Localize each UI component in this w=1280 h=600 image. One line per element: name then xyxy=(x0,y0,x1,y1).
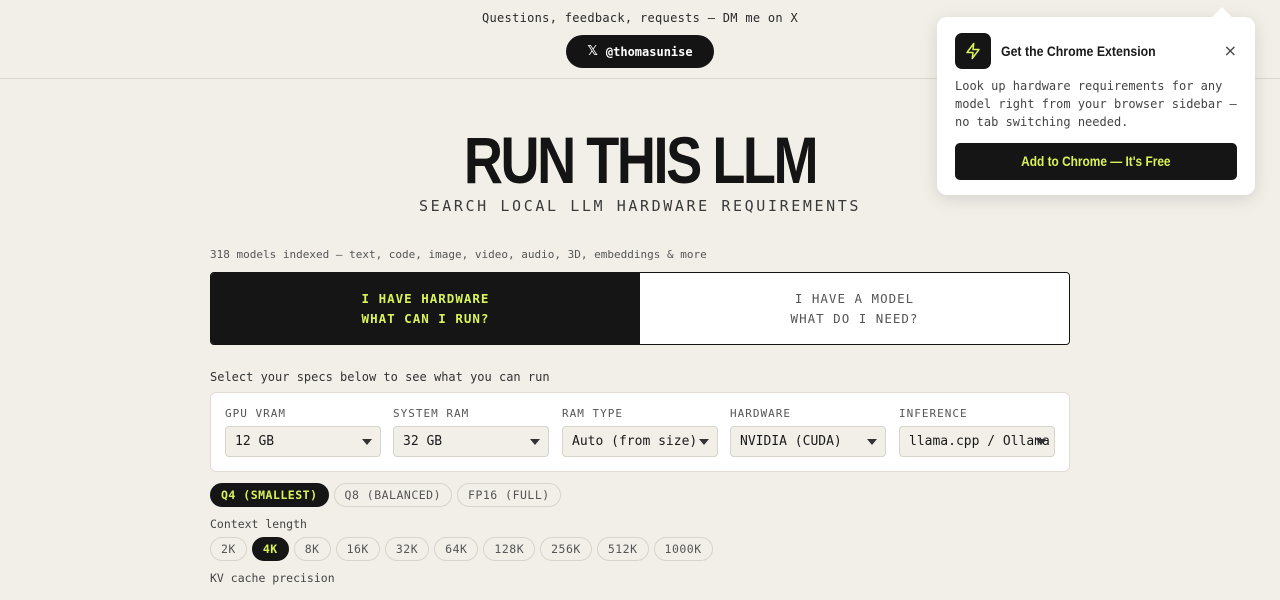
quant-q8-chip[interactable]: Q8 (BALANCED) xyxy=(333,483,453,507)
mode-hardware-line1: I HAVE HARDWARE xyxy=(361,290,490,306)
mode-hardware-line2: WHAT CAN I RUN? xyxy=(361,310,490,326)
context-1000k-chip[interactable]: 1000K xyxy=(653,537,713,561)
mode-model-tab[interactable]: I HAVE A MODEL WHAT DO I NEED? xyxy=(640,273,1069,344)
specs-panel: GPU VRAM 12 GB SYSTEM RAM 32 GB RAM TYPE… xyxy=(210,392,1070,472)
context-length-options: 2K 4K 8K 16K 32K 64K 128K 256K 512K 1000… xyxy=(210,537,713,561)
context-32k-chip[interactable]: 32K xyxy=(384,537,430,561)
context-256k-chip[interactable]: 256K xyxy=(540,537,592,561)
kv-cache-label: KV cache precision xyxy=(210,571,335,585)
inference-label: INFERENCE xyxy=(899,407,968,420)
mode-model-line2: WHAT DO I NEED? xyxy=(790,310,919,326)
add-to-chrome-button[interactable]: Add to Chrome — It's Free xyxy=(955,143,1237,180)
close-icon[interactable]: × xyxy=(1224,41,1237,60)
hardware-select[interactable]: NVIDIA (CUDA) xyxy=(730,426,886,457)
chevron-down-icon xyxy=(867,439,877,445)
ram-type-select[interactable]: Auto (from size) xyxy=(562,426,718,457)
inference-field: INFERENCE llama.cpp / Ollama xyxy=(899,407,1055,457)
system-ram-select[interactable]: 32 GB xyxy=(393,426,549,457)
popup-body: Look up hardware requirements for any mo… xyxy=(955,79,1237,129)
mode-model-line1: I HAVE A MODEL xyxy=(794,290,915,306)
system-ram-label: SYSTEM RAM xyxy=(393,407,470,420)
gpu-vram-value: 12 GB xyxy=(235,434,275,449)
quant-fp16-chip[interactable]: FP16 (FULL) xyxy=(457,483,561,507)
ram-type-label: RAM TYPE xyxy=(562,407,623,420)
specs-intro-text: Select your specs below to see what you … xyxy=(210,370,550,384)
context-2k-chip[interactable]: 2K xyxy=(210,537,247,561)
context-4k-chip[interactable]: 4K xyxy=(251,537,289,561)
x-handle: @thomasunise xyxy=(605,44,693,59)
gpu-vram-field: GPU VRAM 12 GB xyxy=(225,407,381,457)
inference-select[interactable]: llama.cpp / Ollama xyxy=(899,426,1055,457)
x-logo-icon: 𝕏 xyxy=(587,44,598,59)
system-ram-field: SYSTEM RAM 32 GB xyxy=(393,407,549,457)
page-subtitle: SEARCH LOCAL LLM HARDWARE REQUIREMENTS xyxy=(419,197,861,215)
context-length-label: Context length xyxy=(210,517,307,531)
models-indexed-text: 318 models indexed — text, code, image, … xyxy=(210,248,707,261)
gpu-vram-select[interactable]: 12 GB xyxy=(225,426,381,457)
chrome-extension-popup: Get the Chrome Extension × Look up hardw… xyxy=(937,7,1255,195)
quant-q4-chip[interactable]: Q4 (SMALLEST) xyxy=(210,483,329,507)
context-64k-chip[interactable]: 64K xyxy=(434,537,479,561)
context-16k-chip[interactable]: 16K xyxy=(335,537,380,561)
gpu-vram-label: GPU VRAM xyxy=(225,407,286,420)
chevron-down-icon xyxy=(1036,439,1046,445)
ram-type-field: RAM TYPE Auto (from size) xyxy=(562,407,718,457)
mode-hardware-tab[interactable]: I HAVE HARDWARE WHAT CAN I RUN? xyxy=(211,273,640,344)
context-8k-chip[interactable]: 8K xyxy=(293,537,331,561)
quantization-options: Q4 (SMALLEST) Q8 (BALANCED) FP16 (FULL) xyxy=(210,483,561,507)
chevron-down-icon xyxy=(699,439,709,445)
hardware-value: NVIDIA (CUDA) xyxy=(740,434,842,449)
context-512k-chip[interactable]: 512K xyxy=(596,537,649,561)
ram-type-value: Auto (from size) xyxy=(572,434,698,449)
chevron-down-icon xyxy=(530,439,540,445)
lightning-bolt-icon xyxy=(955,33,991,69)
x-profile-button[interactable]: 𝕏 @thomasunise xyxy=(566,35,714,68)
hardware-label: HARDWARE xyxy=(730,407,791,420)
chevron-down-icon xyxy=(362,439,372,445)
system-ram-value: 32 GB xyxy=(403,434,443,449)
mode-toggle: I HAVE HARDWARE WHAT CAN I RUN? I HAVE A… xyxy=(210,272,1070,345)
inference-value: llama.cpp / Ollama xyxy=(909,434,1050,449)
hardware-field: HARDWARE NVIDIA (CUDA) xyxy=(730,407,886,457)
context-128k-chip[interactable]: 128K xyxy=(483,537,536,561)
add-to-chrome-label: Add to Chrome — It's Free xyxy=(1021,154,1171,169)
popup-title: Get the Chrome Extension xyxy=(1001,43,1156,59)
